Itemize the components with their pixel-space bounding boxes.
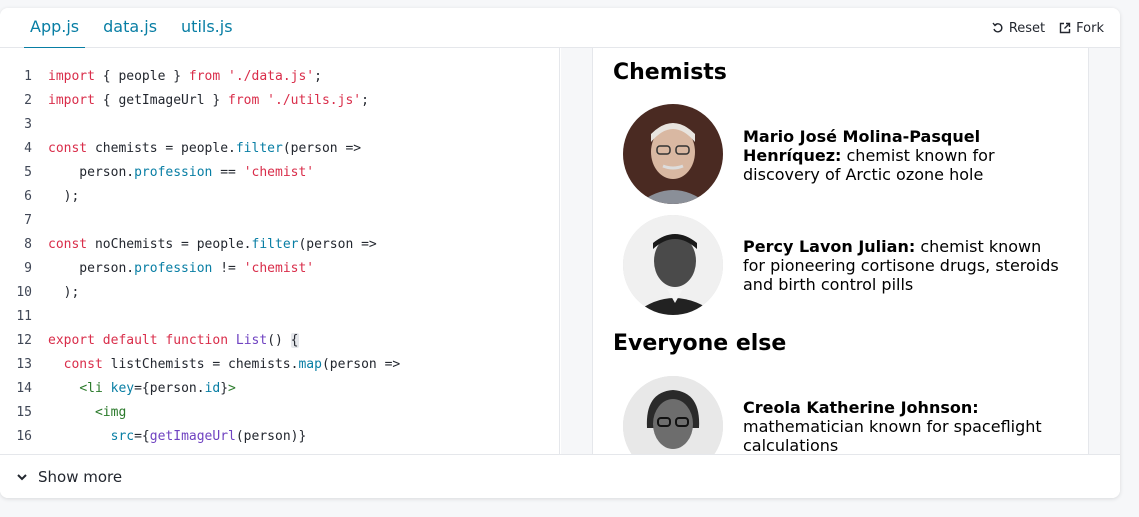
line-number: 13 — [16, 357, 32, 372]
list-item: Percy Lavon Julian: chemist known for pi… — [623, 215, 1083, 315]
preview-page: Chemists Mario José Molina-Pasquel Henrí… — [592, 48, 1089, 454]
line-number: 5 — [24, 165, 32, 180]
person-achievement-cont: and birth control pills — [743, 275, 914, 294]
code-line: 1 import { people } from './data.js'; — [0, 65, 400, 89]
person-description: Mario José Molina-Pasquel Henríquez: che… — [743, 127, 1073, 184]
chevron-down-icon — [17, 474, 27, 481]
fork-button[interactable]: Fork — [1059, 21, 1104, 36]
preview-pane: Chemists Mario José Molina-Pasquel Henrí… — [561, 48, 1120, 454]
avatar — [623, 376, 723, 454]
heading-chemists: Chemists — [613, 60, 727, 85]
code-line: 15 <img — [0, 401, 400, 425]
person-profession: chemist known — [915, 237, 1042, 256]
code-line: 5 person.profession == 'chemist' — [0, 161, 400, 185]
reset-icon — [992, 22, 1003, 33]
show-more-button[interactable]: Show more — [16, 455, 122, 498]
line-number: 7 — [24, 213, 32, 228]
avatar — [623, 215, 723, 315]
sandpack-editor: App.js data.js utils.js Reset Fork 1 impo… — [0, 8, 1120, 498]
line-number: 14 — [16, 381, 32, 396]
code-line: 10 ); — [0, 281, 400, 305]
avatar — [623, 104, 723, 204]
code-line: 3 — [0, 113, 400, 137]
person-achievement: discovery of Arctic ozone hole — [743, 165, 984, 184]
list-item: Creola Katherine Johnson: mathematician … — [623, 376, 1083, 454]
code-line: 8 const noChemists = people.filter(person… — [0, 233, 400, 257]
code-line: 13 const listChemists = chemists.map(per… — [0, 353, 400, 377]
person-profession: mathematician known for spaceflight — [743, 417, 1042, 436]
line-number: 15 — [16, 405, 32, 420]
code-line: 16 src={getImageUrl(person)} — [0, 425, 400, 449]
line-number: 4 — [24, 141, 32, 156]
tab-data-js[interactable]: data.js — [97, 8, 163, 48]
person-name: Creola Katherine Johnson: — [743, 398, 979, 417]
person-achievement: for pioneering cortisone drugs, steroids — [743, 256, 1059, 275]
line-number: 10 — [16, 285, 32, 300]
code-line: 12 export default function List() { — [0, 329, 400, 353]
code-line: 2 import { getImageUrl } from './utils.js… — [0, 89, 400, 113]
line-number: 8 — [24, 237, 32, 252]
code-lines: 1 import { people } from './data.js'; 2 im… — [0, 65, 400, 449]
file-tabs: App.js data.js utils.js — [24, 8, 251, 49]
show-more-label: Show more — [38, 468, 123, 486]
code-line: 9 person.profession != 'chemist' — [0, 257, 400, 281]
top-bar: App.js data.js utils.js Reset Fork — [0, 8, 1120, 49]
heading-everyone-else: Everyone else — [613, 331, 787, 356]
line-number: 11 — [16, 309, 32, 324]
reset-button[interactable]: Reset — [992, 21, 1045, 36]
toolbar-actions: Reset Fork — [992, 8, 1104, 48]
person-name-cont: Henríquez: — [743, 146, 842, 165]
code-line: 14 <li key={person.id}> — [0, 377, 400, 401]
line-number: 1 — [24, 69, 32, 84]
person-achievement: calculations — [743, 436, 839, 454]
code-line: 11 — [0, 305, 400, 329]
code-editor[interactable]: 1 import { people } from './data.js'; 2 im… — [0, 48, 560, 454]
line-number: 9 — [24, 261, 32, 276]
fork-icon — [1059, 22, 1071, 34]
line-number: 2 — [24, 93, 32, 108]
person-description: Percy Lavon Julian: chemist known for pi… — [743, 237, 1073, 294]
line-number: 3 — [24, 117, 32, 132]
line-number: 16 — [16, 429, 32, 444]
person-name: Percy Lavon Julian: — [743, 237, 916, 256]
list-item: Mario José Molina-Pasquel Henríquez: che… — [623, 104, 1083, 204]
line-number: 6 — [24, 189, 32, 204]
person-description: Creola Katherine Johnson: mathematician … — [743, 398, 1073, 454]
code-line: 7 — [0, 209, 400, 233]
line-number: 12 — [16, 333, 32, 348]
tab-app-js[interactable]: App.js — [24, 8, 86, 49]
code-line: 4 const chemists = people.filter(person =… — [0, 137, 400, 161]
tab-utils-js[interactable]: utils.js — [175, 8, 239, 48]
person-profession: chemist known for — [841, 146, 995, 165]
reset-label: Reset — [1008, 20, 1046, 36]
code-line: 6 ); — [0, 185, 400, 209]
person-name: Mario José Molina-Pasquel — [743, 127, 981, 146]
bottom-bar: Show more — [0, 454, 1120, 498]
fork-label: Fork — [1076, 20, 1104, 36]
